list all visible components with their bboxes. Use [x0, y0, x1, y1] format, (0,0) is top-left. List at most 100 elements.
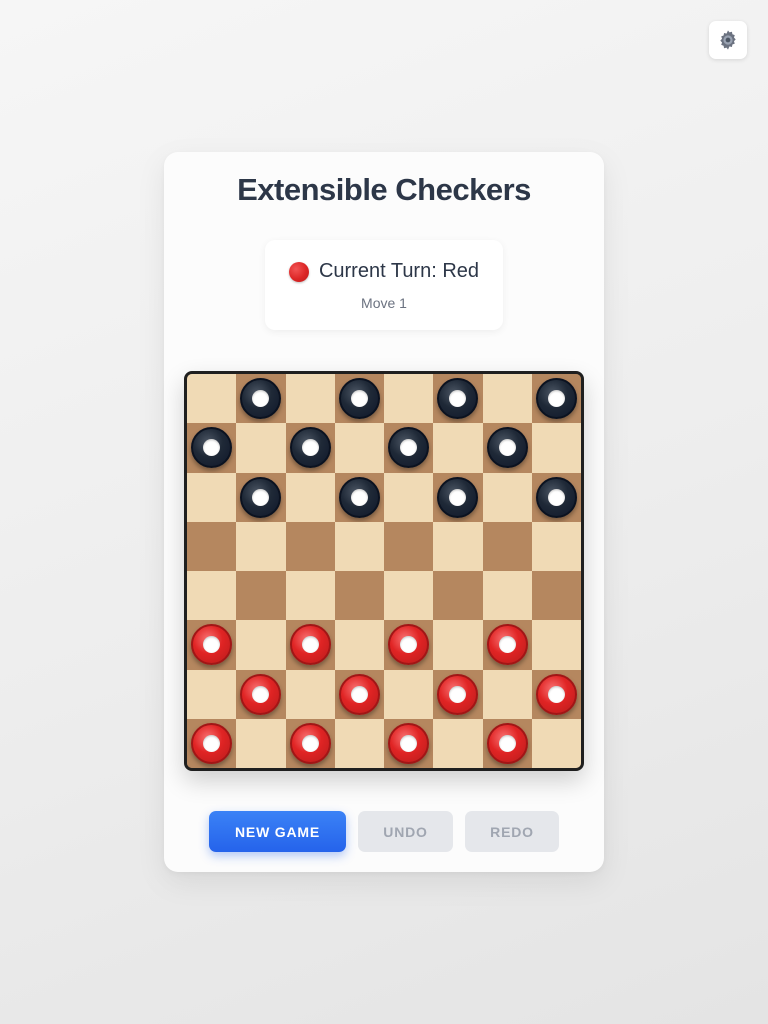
board-square[interactable]	[236, 472, 286, 522]
board-square	[531, 423, 581, 473]
board-square	[236, 620, 286, 670]
board-square[interactable]	[285, 718, 335, 768]
board-square[interactable]	[187, 521, 237, 571]
red-piece[interactable]	[486, 722, 528, 764]
board-square[interactable]	[187, 423, 237, 473]
black-piece[interactable]	[191, 427, 233, 469]
red-piece[interactable]	[289, 722, 331, 764]
gear-icon	[720, 30, 736, 50]
red-piece[interactable]	[191, 624, 233, 666]
board-square[interactable]	[285, 521, 335, 571]
turn-line: Current Turn: Red	[265, 260, 503, 283]
black-piece[interactable]	[437, 378, 479, 420]
board-square	[334, 423, 384, 473]
red-piece[interactable]	[191, 722, 233, 764]
board-square[interactable]	[187, 620, 237, 670]
board-square	[236, 718, 286, 768]
black-piece[interactable]	[437, 476, 479, 518]
controls: NEW GAME UNDO REDO	[164, 811, 604, 852]
board-square[interactable]	[531, 374, 581, 424]
board-square	[187, 571, 237, 621]
board-square[interactable]	[334, 669, 384, 719]
turn-player-dot	[288, 261, 309, 282]
board-square	[285, 571, 335, 621]
board-square	[384, 472, 434, 522]
board-square[interactable]	[482, 718, 532, 768]
board-square	[433, 423, 483, 473]
game-title: Extensible Checkers	[237, 172, 531, 207]
black-piece[interactable]	[240, 476, 282, 518]
new-game-button[interactable]: NEW GAME	[209, 811, 346, 852]
board-square[interactable]	[531, 669, 581, 719]
board-square[interactable]	[482, 620, 532, 670]
board-square	[433, 620, 483, 670]
turn-indicator: Current Turn: Red Move 1	[265, 240, 503, 330]
turn-label: Current Turn: Red	[318, 260, 480, 282]
board-square	[285, 669, 335, 719]
board-square[interactable]	[433, 374, 483, 424]
board-square	[236, 521, 286, 571]
board-square[interactable]	[482, 423, 532, 473]
board-square[interactable]	[285, 620, 335, 670]
red-piece[interactable]	[437, 673, 479, 715]
red-piece[interactable]	[338, 673, 380, 715]
black-piece[interactable]	[388, 427, 430, 469]
redo-button[interactable]: REDO	[465, 811, 559, 852]
red-piece[interactable]	[535, 673, 577, 715]
board-square[interactable]	[482, 521, 532, 571]
board-square	[334, 620, 384, 670]
board-square[interactable]	[236, 571, 286, 621]
board-square	[187, 374, 237, 424]
red-piece[interactable]	[240, 673, 282, 715]
board-square[interactable]	[236, 374, 286, 424]
black-piece[interactable]	[486, 427, 528, 469]
board-square	[482, 571, 532, 621]
board-square[interactable]	[384, 423, 434, 473]
board-square	[433, 521, 483, 571]
red-piece[interactable]	[388, 624, 430, 666]
board-square	[531, 521, 581, 571]
black-piece[interactable]	[535, 378, 577, 420]
red-piece[interactable]	[486, 624, 528, 666]
board-square[interactable]	[384, 521, 434, 571]
black-piece[interactable]	[338, 476, 380, 518]
board-square	[285, 374, 335, 424]
board-square	[531, 620, 581, 670]
board-square[interactable]	[236, 669, 286, 719]
board-square	[384, 571, 434, 621]
black-piece[interactable]	[535, 476, 577, 518]
checkers-board	[187, 374, 581, 768]
board-square	[482, 472, 532, 522]
move-counter: Move 1	[361, 295, 407, 311]
board-square[interactable]	[285, 423, 335, 473]
board-square[interactable]	[433, 669, 483, 719]
board-square[interactable]	[433, 571, 483, 621]
black-piece[interactable]	[289, 427, 331, 469]
red-piece[interactable]	[388, 722, 430, 764]
board-square	[433, 718, 483, 768]
board-square[interactable]	[531, 571, 581, 621]
undo-button[interactable]: UNDO	[358, 811, 453, 852]
board-square[interactable]	[384, 620, 434, 670]
board-square	[187, 669, 237, 719]
settings-button[interactable]	[709, 21, 747, 59]
board-square[interactable]	[187, 718, 237, 768]
board-square	[482, 669, 532, 719]
board-square[interactable]	[531, 472, 581, 522]
board-square[interactable]	[334, 374, 384, 424]
board-square[interactable]	[334, 472, 384, 522]
board-square	[334, 718, 384, 768]
black-piece[interactable]	[338, 378, 380, 420]
board-square[interactable]	[334, 571, 384, 621]
board-square	[531, 718, 581, 768]
board-frame	[184, 371, 584, 771]
board-square[interactable]	[433, 472, 483, 522]
board-square[interactable]	[384, 718, 434, 768]
board-square	[236, 423, 286, 473]
board-square	[187, 472, 237, 522]
black-piece[interactable]	[240, 378, 282, 420]
board-square	[384, 669, 434, 719]
board-square	[482, 374, 532, 424]
board-square	[285, 472, 335, 522]
red-piece[interactable]	[289, 624, 331, 666]
